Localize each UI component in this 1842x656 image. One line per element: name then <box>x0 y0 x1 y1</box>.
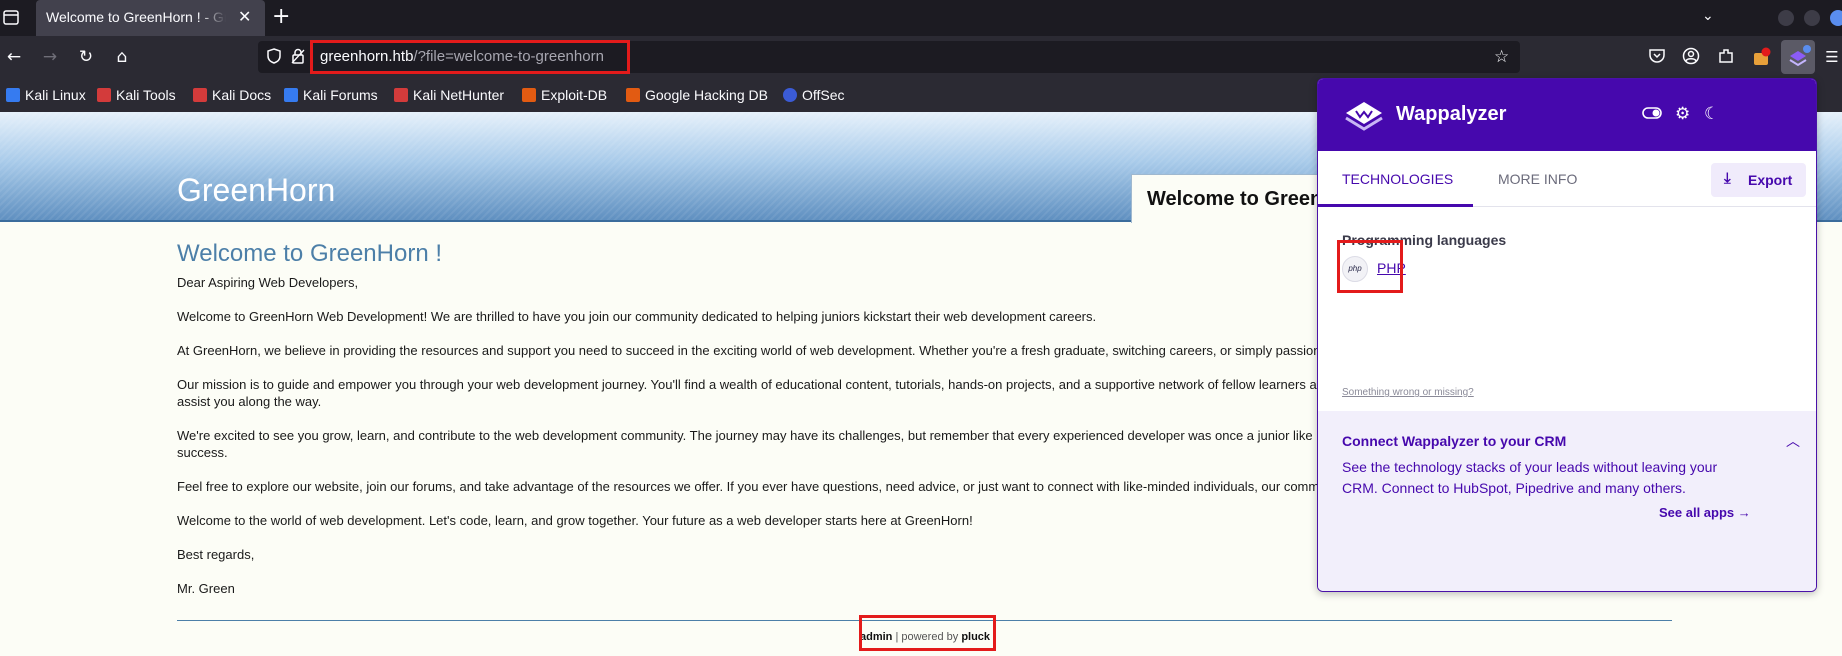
extension-badge-icon[interactable] <box>1752 47 1772 67</box>
bookmark-kali-forums[interactable]: Kali Forums <box>284 86 378 104</box>
home-icon[interactable]: ⌂ <box>113 48 131 66</box>
minimize-button[interactable] <box>1778 10 1794 26</box>
url-highlight-box <box>310 40 630 74</box>
ghdb-icon <box>626 88 640 102</box>
export-button[interactable]: ⤓ Export <box>1711 163 1806 197</box>
wappalyzer-logo-icon <box>1342 97 1386 133</box>
new-tab-icon[interactable]: + <box>272 6 290 28</box>
download-icon: ⤓ <box>1724 170 1731 187</box>
menu-icon[interactable]: ☰ <box>1822 47 1842 67</box>
gear-icon[interactable]: ⚙ <box>1675 105 1690 123</box>
bookmark-offsec[interactable]: OffSec <box>783 86 845 104</box>
bookmark-kali-docs[interactable]: Kali Docs <box>193 86 271 104</box>
close-icon[interactable]: ✕ <box>238 9 251 25</box>
tab-bar: Welcome to GreenHorn ! - GreenHorn ✕ + ⌄ <box>0 0 1842 36</box>
arrow-right-icon: → <box>1737 505 1751 520</box>
kali-docs-icon <box>193 88 207 102</box>
forward-icon[interactable]: → <box>41 48 59 66</box>
crm-panel: Connect Wappalyzer to your CRM ︿ See the… <box>1318 411 1816 591</box>
kali-nethunter-icon <box>394 88 408 102</box>
browser-tab[interactable]: Welcome to GreenHorn ! - GreenHorn ✕ <box>36 0 265 36</box>
kali-icon <box>6 88 20 102</box>
something-wrong-link[interactable]: Something wrong or missing? <box>1342 387 1474 398</box>
footer-highlight-box <box>859 615 996 651</box>
tab-technologies[interactable]: TECHNOLOGIES <box>1342 171 1453 187</box>
active-tab-indicator <box>1318 204 1473 207</box>
crm-title: Connect Wappalyzer to your CRM <box>1342 433 1567 449</box>
crm-description: See the technology stacks of your leads … <box>1342 459 1718 496</box>
wappalyzer-header: Wappalyzer ⚙ ☾ <box>1318 79 1816 151</box>
dark-mode-icon[interactable]: ☾ <box>1704 105 1719 123</box>
see-all-apps-link[interactable]: See all apps → <box>1659 505 1751 520</box>
wappalyzer-title: Wappalyzer <box>1396 103 1507 125</box>
bookmark-kali-linux[interactable]: Kali Linux <box>6 86 86 104</box>
exploit-db-icon <box>522 88 536 102</box>
technology-highlight-box <box>1337 240 1403 293</box>
kali-tools-icon <box>97 88 111 102</box>
kali-forums-icon <box>284 88 298 102</box>
close-window-button[interactable] <box>1830 10 1842 26</box>
maximize-button[interactable] <box>1804 10 1820 26</box>
tab-list-icon[interactable] <box>0 8 22 28</box>
bookmark-kali-tools[interactable]: Kali Tools <box>97 86 176 104</box>
account-icon[interactable] <box>1681 47 1701 67</box>
back-icon[interactable]: ← <box>5 48 23 66</box>
bookmark-exploit-db[interactable]: Exploit-DB <box>522 86 607 104</box>
bookmark-google-hacking-db[interactable]: Google Hacking DB <box>626 86 768 104</box>
star-icon[interactable]: ☆ <box>1494 47 1509 67</box>
toggle-icon[interactable] <box>1642 105 1662 123</box>
reload-icon[interactable]: ↻ <box>77 48 95 66</box>
wappalyzer-popup: Wappalyzer ⚙ ☾ TECHNOLOGIES MORE INFO ⤓ … <box>1317 78 1817 592</box>
pocket-icon[interactable] <box>1647 47 1667 67</box>
chevron-down-icon[interactable]: ⌄ <box>1702 8 1714 24</box>
tab-more-info[interactable]: MORE INFO <box>1498 171 1577 187</box>
chevron-up-icon[interactable]: ︿ <box>1786 431 1800 451</box>
bookmark-kali-nethunter[interactable]: Kali NetHunter <box>394 86 504 104</box>
offsec-icon <box>783 88 797 102</box>
extensions-icon[interactable] <box>1716 47 1736 67</box>
lock-icon[interactable] <box>290 48 306 64</box>
shield-icon[interactable] <box>266 48 282 64</box>
navigation-bar: ← → ↻ ⌂ greenhorn.htb/?file=welcome-to-g… <box>0 36 1842 78</box>
tab-title: Welcome to GreenHorn ! - GreenHorn <box>46 9 226 25</box>
site-title[interactable]: GreenHorn <box>177 172 335 209</box>
url-bar[interactable]: greenhorn.htb/?file=welcome-to-greenhorn… <box>258 40 1520 74</box>
wappalyzer-extension-button[interactable] <box>1781 40 1815 74</box>
